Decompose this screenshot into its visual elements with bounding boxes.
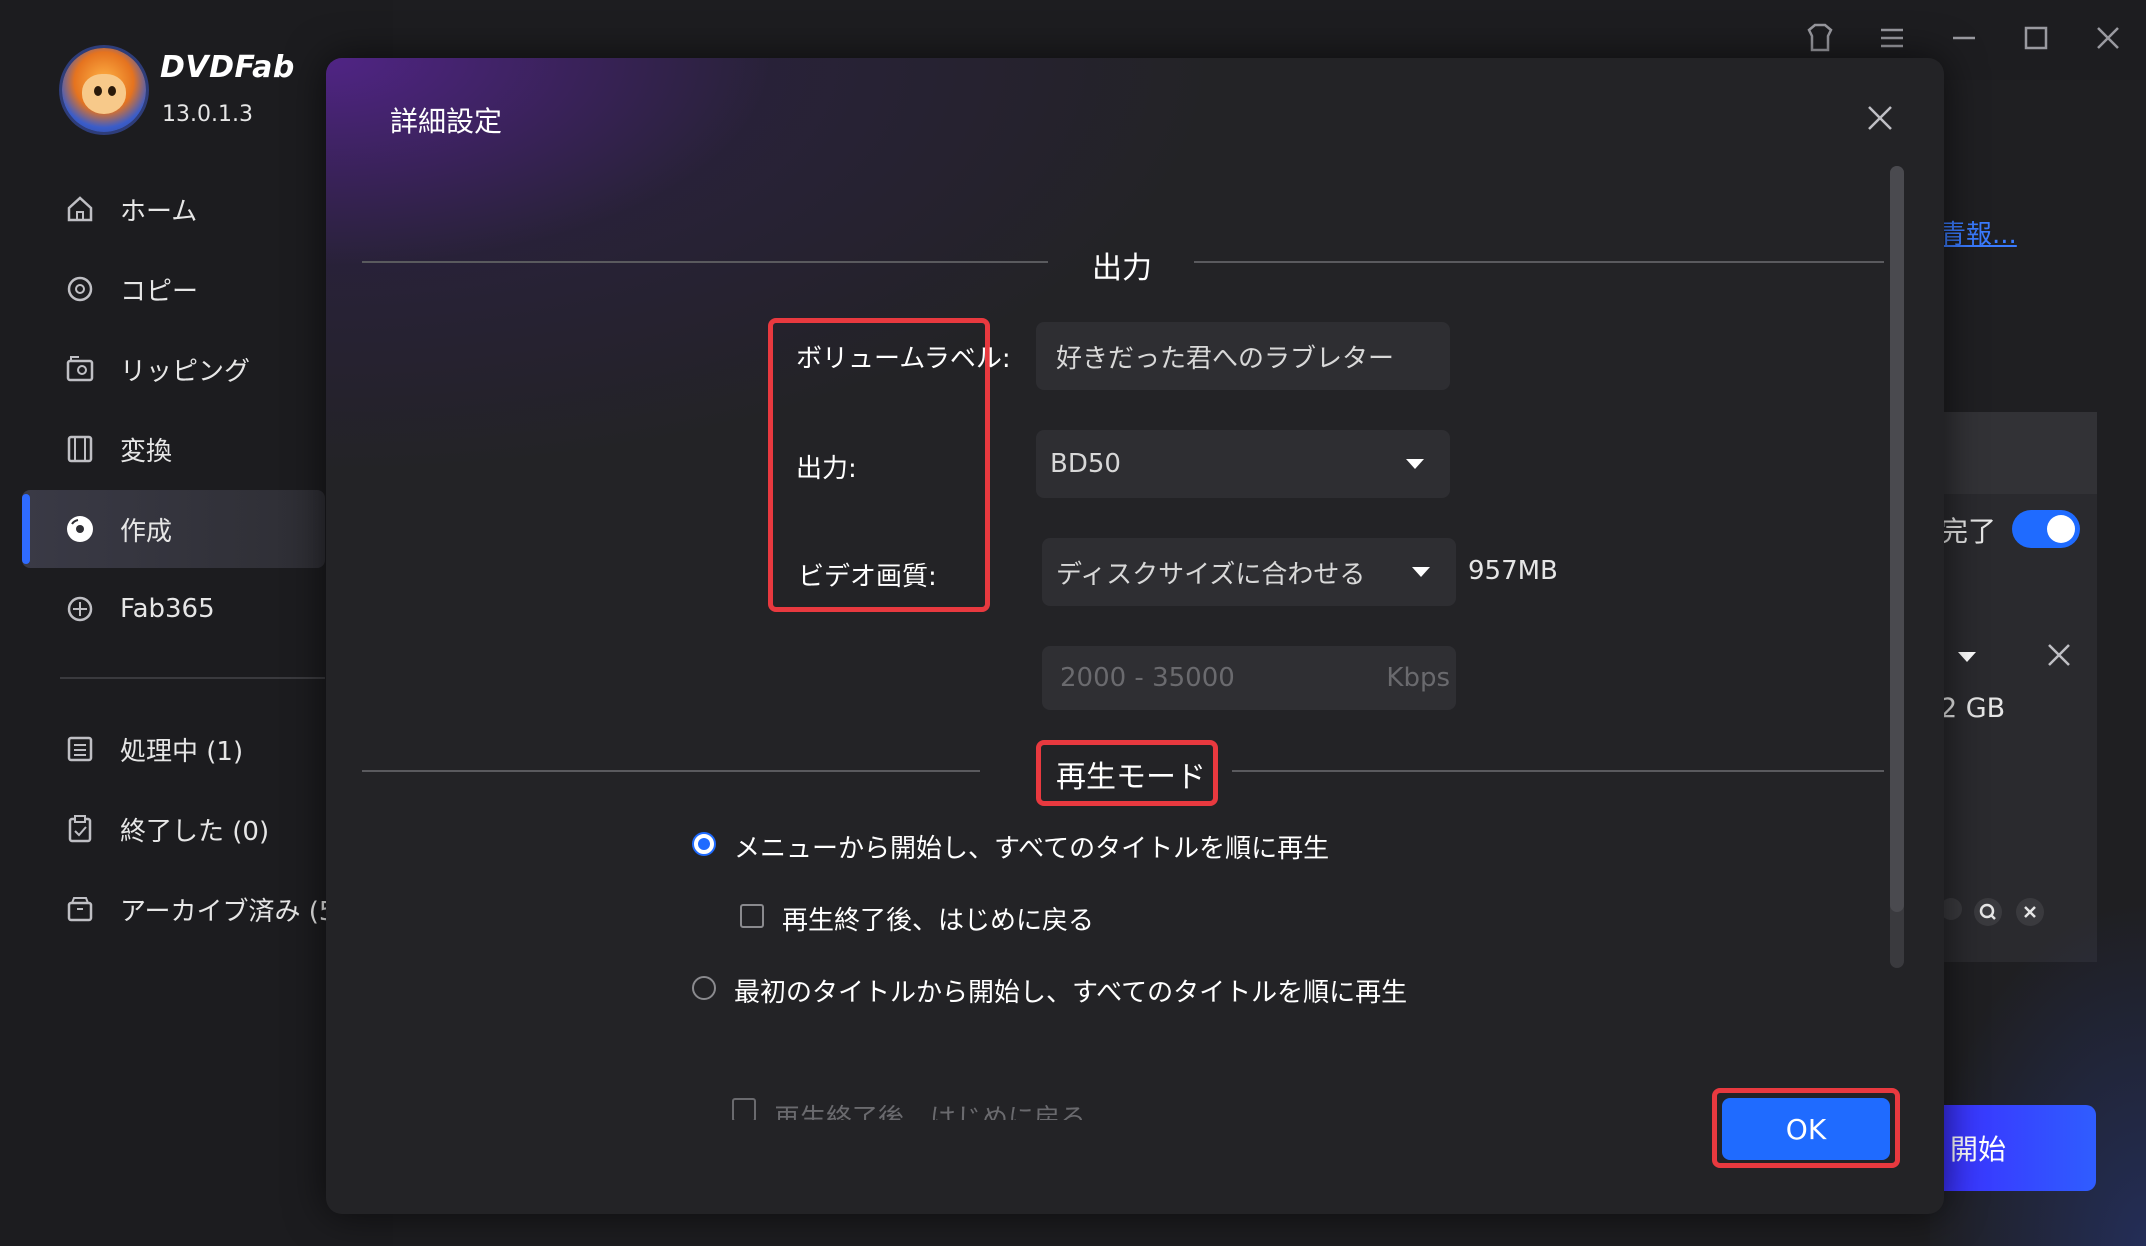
finished-clipboard-icon bbox=[64, 813, 96, 845]
home-icon bbox=[64, 193, 96, 225]
background-dropdown-caret-icon[interactable] bbox=[1958, 652, 1976, 662]
sidebar-item-label: 変換 bbox=[120, 436, 173, 467]
radio-first-title-start[interactable] bbox=[692, 976, 716, 1000]
background-task-card bbox=[1940, 412, 2097, 962]
sidebar-item-home[interactable]: ホーム bbox=[22, 170, 325, 248]
sidebar-item-create[interactable]: 作成 bbox=[22, 490, 325, 568]
ripping-icon bbox=[64, 353, 96, 385]
background-glow bbox=[1920, 900, 2146, 1246]
sidebar-item-label: ホーム bbox=[120, 196, 198, 227]
dialog-title: 詳細設定 bbox=[390, 105, 503, 138]
checkbox-return-to-start-2[interactable] bbox=[732, 1098, 756, 1120]
sidebar-item-convert[interactable]: 変換 bbox=[22, 410, 325, 488]
app-window: DVDFab 13.0.1.3 ホーム コピー リッピング 変換 作成 Fab3… bbox=[0, 0, 2146, 1246]
sidebar-item-label: 処理中 (1) bbox=[120, 736, 244, 767]
bitrate-input[interactable]: 2000 - 35000 Kbps bbox=[1042, 646, 1456, 710]
playback-section-title: 再生モード bbox=[1056, 760, 1206, 795]
sidebar-item-copy[interactable]: コピー bbox=[22, 250, 325, 328]
sidebar-item-label: 作成 bbox=[120, 516, 173, 547]
maximize-icon[interactable] bbox=[2016, 18, 2056, 58]
radio-first-title-start-label: 最初のタイトルから開始し、すべてのタイトルを順に再生 bbox=[734, 978, 1408, 1008]
section-divider bbox=[362, 261, 1048, 263]
background-remove-icon[interactable] bbox=[2044, 640, 2074, 674]
skin-shirt-icon[interactable] bbox=[1800, 18, 1840, 58]
dvdfab-logo bbox=[62, 48, 146, 132]
checkbox-return-to-start-1-label: 再生終了後、はじめに戻る bbox=[782, 906, 1095, 936]
archive-box-icon bbox=[64, 893, 96, 925]
video-quality-value: ディスクサイズに合わせる bbox=[1056, 559, 1366, 590]
background-task-card-header bbox=[1940, 412, 2097, 494]
video-quality-select[interactable]: ディスクサイズに合わせる bbox=[1042, 538, 1456, 606]
checkbox-return-to-start-1[interactable] bbox=[740, 904, 764, 928]
faded-checkbox-row: 再生終了後、はじめに戻る bbox=[732, 1098, 1086, 1120]
output-format-select[interactable]: BD50 bbox=[1036, 430, 1450, 498]
sidebar-item-label: リッピング bbox=[120, 356, 251, 387]
volume-label-value: 好きだった君へのラブレター bbox=[1056, 343, 1395, 374]
chevron-down-icon bbox=[1406, 459, 1424, 469]
sidebar-item-label: コピー bbox=[120, 276, 199, 307]
sidebar-item-archived[interactable]: アーカイブ済み (5) bbox=[22, 870, 362, 948]
ok-button[interactable]: OK bbox=[1722, 1098, 1890, 1160]
section-divider bbox=[1194, 261, 1884, 263]
background-info-link[interactable]: 青報... bbox=[1940, 214, 2017, 251]
fab365-icon bbox=[64, 593, 96, 625]
section-divider bbox=[1232, 770, 1884, 772]
sidebar-item-fab365[interactable]: Fab365 bbox=[22, 570, 325, 648]
output-format-value: BD50 bbox=[1050, 449, 1121, 479]
window-close-icon[interactable] bbox=[2088, 18, 2128, 58]
sidebar-item-ripping[interactable]: リッピング bbox=[22, 330, 325, 408]
background-done-label: 完了 bbox=[1940, 515, 1997, 548]
dialog-close-icon[interactable] bbox=[1858, 96, 1902, 140]
volume-label-input[interactable]: 好きだった君へのラブレター bbox=[1036, 322, 1450, 390]
sidebar-item-finished[interactable]: 終了した (0) bbox=[22, 790, 362, 868]
background-done-toggle[interactable] bbox=[2012, 510, 2080, 548]
radio-menu-start-label: メニューから開始し、すべてのタイトルを順に再生 bbox=[734, 834, 1330, 864]
sidebar-item-label: 終了した (0) bbox=[120, 816, 270, 847]
sidebar-item-label: Fab365 bbox=[120, 594, 215, 624]
brand-name: DVDFab bbox=[160, 50, 295, 85]
output-section-title: 出力 bbox=[1092, 251, 1152, 286]
sidebar-divider bbox=[60, 677, 325, 679]
sidebar-item-processing[interactable]: 処理中 (1) bbox=[22, 710, 362, 788]
estimated-size: 957MB bbox=[1468, 556, 1558, 586]
volume-label-label: ボリュームラベル: bbox=[796, 344, 1011, 374]
copy-disc-icon bbox=[64, 273, 96, 305]
app-version: 13.0.1.3 bbox=[162, 102, 253, 127]
output-label: 出力: bbox=[796, 454, 857, 484]
video-quality-label: ビデオ画質: bbox=[798, 562, 937, 592]
disc-create-icon bbox=[64, 513, 96, 545]
bitrate-placeholder: 2000 - 35000 bbox=[1060, 663, 1235, 693]
radio-menu-start[interactable] bbox=[692, 832, 716, 856]
film-icon bbox=[64, 433, 96, 465]
background-size-text: 2 GB bbox=[1940, 693, 2006, 724]
processing-list-icon bbox=[64, 733, 96, 765]
bitrate-unit: Kbps bbox=[1386, 663, 1450, 693]
dialog-scrollbar-thumb[interactable] bbox=[1890, 166, 1904, 912]
chevron-down-icon bbox=[1412, 567, 1430, 577]
sidebar-item-label: アーカイブ済み (5) bbox=[120, 896, 346, 927]
checkbox-return-to-start-2-label: 再生終了後、はじめに戻る bbox=[774, 1104, 1087, 1120]
section-divider bbox=[362, 770, 980, 772]
minimize-icon[interactable] bbox=[1944, 18, 1984, 58]
advanced-settings-dialog: 詳細設定 出力 ボリュームラベル: 出力: ビデオ画質: 好きだった君へのラブレ… bbox=[326, 58, 1944, 1214]
menu-icon[interactable] bbox=[1872, 18, 1912, 58]
start-button[interactable]: 開始 bbox=[1930, 1105, 2096, 1191]
